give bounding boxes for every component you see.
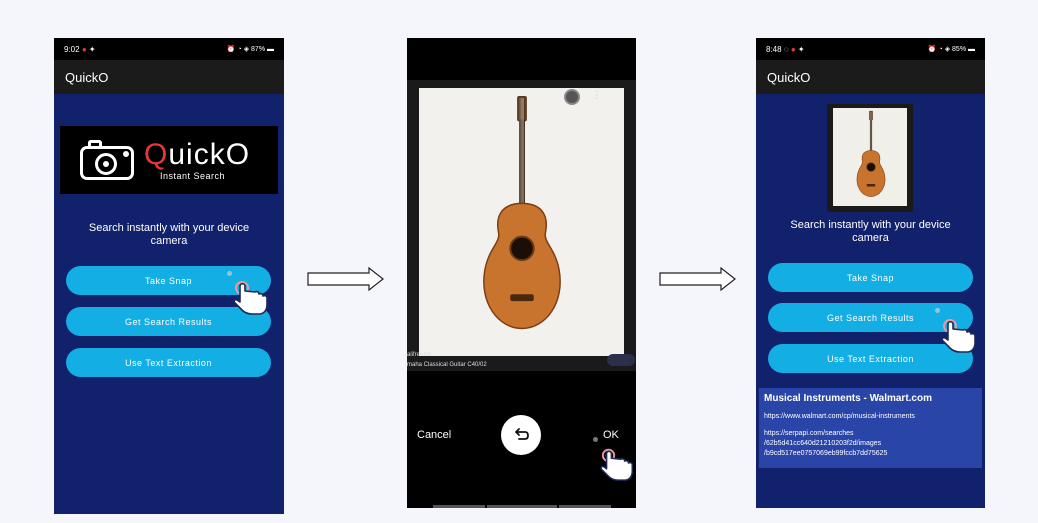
more-options-icon[interactable]: ⋮ bbox=[592, 91, 602, 101]
record-indicator-icon: ● bbox=[790, 44, 796, 54]
google-lens-icon[interactable] bbox=[564, 89, 580, 105]
status-bar: 8:48 ◌ ● ✦ ⏰ ◔ ◈ 85% ▬ bbox=[756, 38, 985, 60]
camera-icon bbox=[80, 140, 134, 180]
quicko-logo: QuickO Instant Search bbox=[60, 126, 278, 194]
result-title: Musical Instruments - Walmart.com bbox=[764, 393, 932, 404]
flow-arrow-icon bbox=[659, 267, 736, 291]
tap-hand-icon bbox=[232, 276, 272, 316]
status-left: 9:02 ● ✦ bbox=[64, 45, 96, 54]
captured-image-thumbnail bbox=[827, 104, 913, 212]
battery-percent: 87% bbox=[251, 46, 266, 53]
result-url[interactable]: https://www.walmart.com/cp/musical-instr… bbox=[764, 413, 977, 420]
phone-screen-results: 8:48 ◌ ● ✦ ⏰ ◔ ◈ 85% ▬ QuickO Search ins… bbox=[756, 38, 985, 508]
ok-button[interactable]: OK bbox=[603, 429, 619, 441]
logo-brand-name: QuickO bbox=[144, 137, 251, 171]
visit-button[interactable] bbox=[607, 354, 635, 366]
home-tagline: Search instantly with your device camera bbox=[790, 219, 951, 244]
logo-tagline: Instant Search bbox=[160, 170, 226, 181]
app-title: QuickO bbox=[65, 69, 109, 85]
whatsapp-icon: ◌ bbox=[783, 44, 789, 54]
app-bar: QuickO bbox=[756, 60, 985, 94]
cancel-button[interactable]: Cancel bbox=[417, 429, 451, 441]
retake-button[interactable] bbox=[501, 415, 541, 455]
app-title: QuickO bbox=[767, 69, 811, 85]
touch-indicator bbox=[935, 308, 940, 313]
take-snap-button[interactable]: Take Snap bbox=[768, 263, 973, 292]
guitar-image bbox=[853, 110, 889, 204]
nav-bar-segment bbox=[487, 505, 557, 508]
app-bar: QuickO bbox=[54, 60, 284, 94]
result-image-link[interactable]: https://serpapi.com/searches /62b5d41cc6… bbox=[764, 429, 977, 459]
guitar-image bbox=[473, 94, 571, 348]
nav-bar-segment bbox=[559, 505, 611, 508]
status-bar: 9:02 ● ✦ ⏰ ◔ ◈ 87% ▬ bbox=[54, 38, 284, 60]
status-right: ⏰ ◔ ◈ 85% ▬ bbox=[927, 46, 975, 53]
home-tagline: Search instantly with your device camera bbox=[88, 222, 250, 247]
tap-hand-icon bbox=[599, 444, 636, 482]
search-result-card[interactable]: Musical Instruments - Walmart.com https:… bbox=[759, 388, 982, 468]
phone-screen-home: 9:02 ● ✦ ⏰ ◔ ◈ 87% ▬ QuickO QuickO Insta… bbox=[54, 38, 284, 514]
camera-preview: ⋮ bbox=[407, 80, 636, 371]
record-indicator-icon: ● bbox=[81, 44, 87, 54]
undo-icon bbox=[515, 428, 529, 440]
status-left: 8:48 ◌ ● ✦ bbox=[766, 45, 805, 54]
status-right: ⏰ ◔ ◈ 87% ▬ bbox=[226, 46, 274, 53]
image-source-caption: alifreezin bbox=[407, 352, 432, 358]
phone-screen-capture: ⋮ alifreezin maha Classical Guitar C40/0… bbox=[407, 38, 636, 508]
battery-percent: 85% bbox=[952, 46, 967, 53]
status-time: 9:02 bbox=[64, 44, 80, 54]
touch-indicator bbox=[593, 437, 598, 442]
flow-arrow-icon bbox=[307, 267, 384, 291]
nav-bar-segment bbox=[433, 505, 485, 508]
signal-icon: ✦ bbox=[88, 44, 96, 54]
use-text-extraction-button[interactable]: Use Text Extraction bbox=[66, 348, 271, 377]
signal-icon: ✦ bbox=[797, 44, 805, 54]
status-time: 8:48 bbox=[766, 44, 782, 54]
tap-hand-icon bbox=[940, 314, 980, 354]
image-title-caption: maha Classical Guitar C40/02 bbox=[407, 362, 487, 368]
guitar-photo bbox=[419, 88, 624, 356]
